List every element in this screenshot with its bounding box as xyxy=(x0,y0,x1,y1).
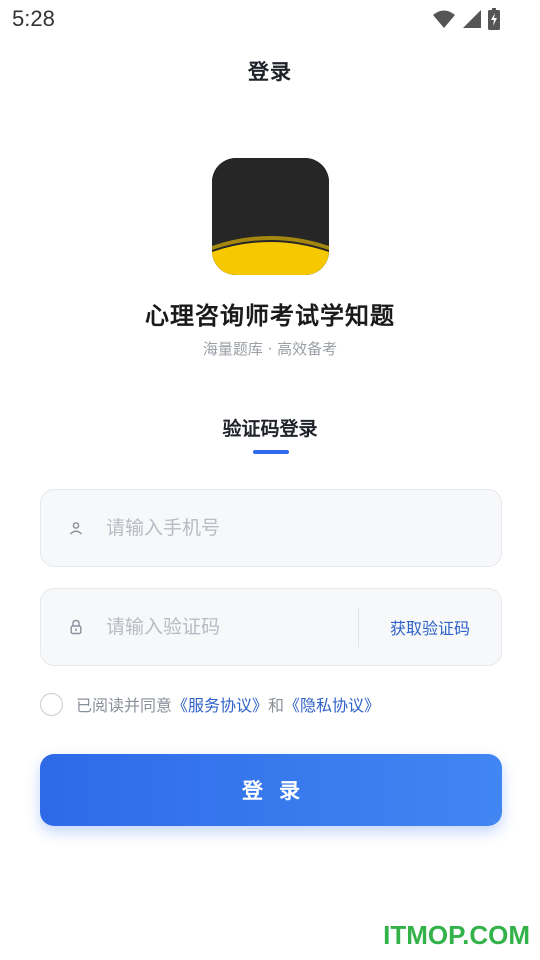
login-button[interactable]: 登录 xyxy=(40,754,502,826)
agreement-conjunction: 和 xyxy=(268,696,285,715)
tab-indicator xyxy=(253,450,289,454)
app-name: 心理咨询师考试学知题 xyxy=(145,302,395,330)
status-icons xyxy=(432,8,500,30)
status-time: 5:28 xyxy=(12,6,55,31)
wifi-icon xyxy=(433,10,455,28)
phone-field[interactable] xyxy=(40,489,502,567)
app-slogan: 海量题库 · 高效备考 xyxy=(202,340,338,358)
get-code-button[interactable]: 获取验证码 xyxy=(359,615,501,639)
status-bar: 5:28 xyxy=(0,0,540,40)
code-field[interactable]: 获取验证码 xyxy=(40,588,502,666)
privacy-agreement-link[interactable]: 《隐私协议》 xyxy=(284,692,380,716)
signal-icon xyxy=(463,10,481,28)
agreement-row: 已阅读并同意 《服务协议》 和 《隐私协议》 xyxy=(40,692,380,716)
battery-charging-icon xyxy=(488,8,500,30)
page-title: 登录 xyxy=(248,60,292,84)
user-icon xyxy=(66,518,86,538)
watermark: ITMOP.COM xyxy=(383,920,530,950)
agreement-prefix: 已阅读并同意 xyxy=(76,696,173,715)
tab-code-login[interactable]: 验证码登录 xyxy=(0,414,540,441)
agreement-checkbox[interactable] xyxy=(40,692,63,716)
service-agreement-link[interactable]: 《服务协议》 xyxy=(172,692,268,716)
app-logo-graphic xyxy=(212,158,329,275)
code-input[interactable] xyxy=(106,616,358,638)
app-logo xyxy=(212,158,329,275)
lock-icon xyxy=(66,617,86,637)
phone-input[interactable] xyxy=(106,517,501,539)
